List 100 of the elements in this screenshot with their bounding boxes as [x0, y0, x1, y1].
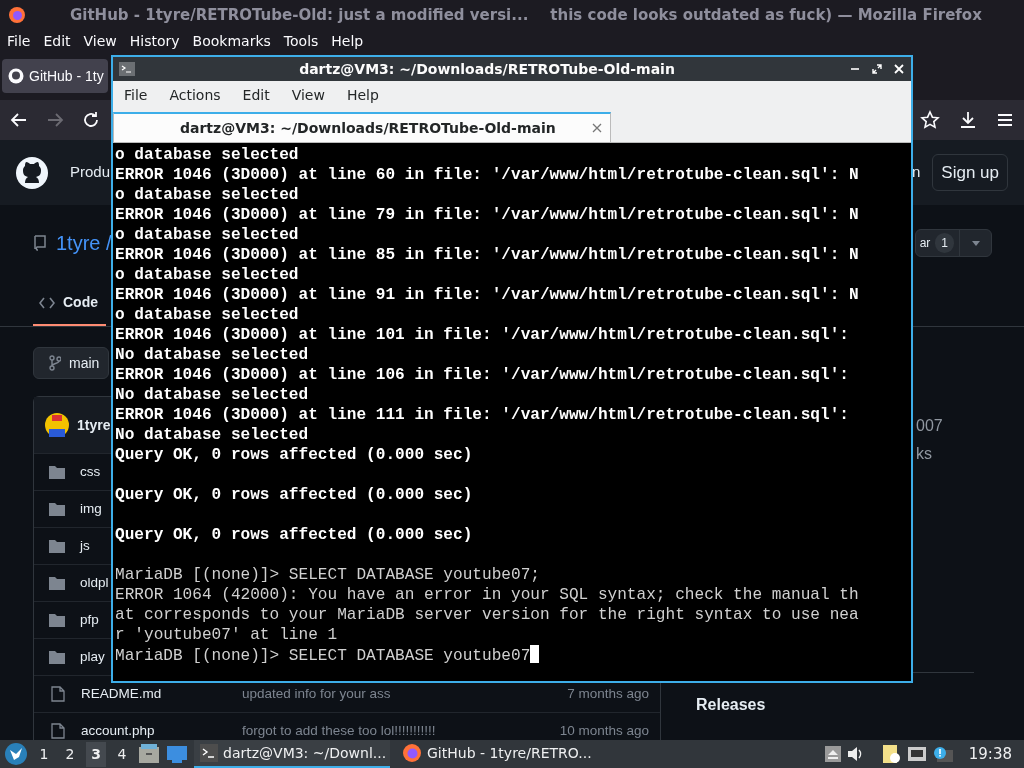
desktop-icon[interactable] [166, 745, 188, 763]
commit-time: 10 months ago [559, 721, 650, 740]
branch-button[interactable]: main [33, 347, 109, 379]
menu-item[interactable]: View [280, 85, 336, 106]
menu-item[interactable]: History [129, 30, 180, 52]
terminal-line: No database selected [115, 386, 309, 404]
terminal-line: ERROR 1046 (3D000) at line 60 in file: '/var/www/html/retrotube-clean.sql': N [115, 166, 859, 184]
folder-icon [49, 502, 65, 516]
volume-icon[interactable] [846, 746, 863, 762]
reload-icon[interactable] [82, 111, 100, 129]
file-name-link[interactable]: README.md [81, 685, 162, 701]
file-name-link[interactable]: css [80, 463, 101, 479]
maximize-icon[interactable] [871, 63, 883, 75]
repo-icon [33, 235, 47, 251]
workspace-button[interactable]: 2 [60, 741, 80, 767]
star-icon[interactable] [920, 110, 940, 130]
github-icon [8, 68, 24, 84]
file-name-link[interactable]: play [80, 648, 105, 664]
terminal-line: ERROR 1046 (3D000) at line 101 in file: '/var/www/html/retrotube-clean.sql': [115, 326, 849, 344]
file-cabinet-icon[interactable] [138, 744, 160, 764]
menu-item[interactable]: Bookmarks [192, 30, 271, 52]
menu-item[interactable]: Edit [43, 30, 71, 52]
github-logo-icon [16, 156, 48, 189]
terminal-line: ERROR 1046 (3D000) at line 106 in file: '/var/www/html/retrotube-clean.sql': [115, 366, 849, 384]
terminal-icon [119, 62, 135, 76]
file-icon [51, 723, 65, 739]
folder-icon [49, 650, 65, 664]
file-name-link[interactable]: js [80, 537, 90, 553]
back-icon[interactable] [10, 111, 28, 129]
folder-icon [49, 576, 65, 590]
file-name-link[interactable]: oldpl [80, 574, 109, 590]
folder-icon [49, 465, 65, 479]
terminal-line: No database selected [115, 346, 309, 364]
terminal-line: o database selected [115, 266, 299, 284]
terminal-line: r 'youtube07' at line 1 [115, 626, 338, 644]
terminal-tab[interactable]: dartz@VM3: ~/Downloads/RETROTube-Old-main [113, 112, 611, 142]
clock[interactable]: 19:38 [968, 742, 1012, 766]
folder-icon [49, 613, 65, 627]
avatar-icon [45, 413, 69, 437]
window-title: GitHub - 1tyre/RETROTube-Old: just a modified versi... [70, 4, 529, 26]
clipboard-icon[interactable] [880, 744, 901, 764]
start-menu-icon[interactable] [4, 742, 28, 766]
terminal-line: o database selected [115, 306, 299, 324]
about-text: ks [916, 444, 932, 464]
terminal-line: o database selected [115, 146, 299, 164]
terminal-line: ERROR 1046 (3D000) at line 91 in file: '/var/www/html/retrotube-clean.sql': N [115, 286, 859, 304]
terminal-line: Query OK, 0 rows affected (0.000 sec) [115, 446, 473, 464]
menu-item[interactable]: Help [335, 85, 390, 106]
releases-heading[interactable]: Releases [696, 696, 766, 713]
text-cursor [530, 645, 540, 663]
menu-icon[interactable] [996, 111, 1014, 129]
star-button[interactable]: ar [915, 234, 931, 252]
caret-icon [971, 240, 980, 246]
terminal-line: ERROR 1046 (3D000) at line 79 in file: '/var/www/html/retrotube-clean.sql': N [115, 206, 859, 224]
about-text: 007 [916, 416, 943, 436]
firefox-icon [402, 743, 422, 763]
file-name-link[interactable]: account.php [81, 722, 155, 738]
terminal-line: MariaDB [(none)]> SELECT DATABASE youtube07; [115, 566, 540, 584]
terminal-line: No database selected [115, 426, 309, 444]
workspace-button[interactable]: 1 [34, 741, 54, 767]
menu-item[interactable]: Tools [283, 30, 319, 52]
firefox-icon [8, 6, 26, 24]
file-name-link[interactable]: pfp [80, 611, 99, 627]
repo-owner-link[interactable]: 1tyre / [56, 228, 112, 258]
terminal-line: ERROR 1064 (42000): You have an error in your SQL syntax; check the manual th [115, 586, 859, 604]
nav-link[interactable]: Produ [70, 161, 111, 184]
taskbar-button[interactable]: dartz@VM3: ~/Downl... [194, 740, 390, 768]
folder-icon [49, 539, 65, 553]
file-name-link[interactable]: img [80, 500, 102, 516]
menu-item[interactable]: View [83, 30, 117, 52]
browser-tab[interactable]: GitHub - 1ty [2, 59, 108, 93]
menu-item[interactable]: File [7, 30, 31, 52]
terminal-line: ERROR 1046 (3D000) at line 85 in file: '/var/www/html/retrotube-clean.sql': N [115, 246, 859, 264]
menu-item[interactable]: Actions [158, 85, 232, 106]
file-icon [51, 686, 65, 702]
eject-icon[interactable] [824, 746, 841, 762]
notification-icon[interactable] [932, 746, 953, 762]
download-icon[interactable] [958, 110, 978, 130]
workspace-button[interactable]: 3 [86, 741, 106, 767]
terminal-line: Query OK, 0 rows affected (0.000 sec) [115, 526, 473, 544]
menu-item[interactable]: Help [331, 30, 364, 52]
workspace-button[interactable]: 4 [112, 741, 132, 767]
menu-item[interactable]: Edit [231, 85, 281, 106]
window-title: this code looks outdated as fuck) — Mozilla Firefox [550, 4, 982, 26]
code-tab[interactable]: Code [33, 281, 106, 326]
terminal-line: at corresponds to your MariaDB server version for the right syntax to use nea [115, 606, 859, 624]
branch-icon [49, 355, 61, 371]
sign-in-link[interactable]: n [912, 161, 921, 184]
taskbar-button[interactable]: GitHub - 1tyre/RETRO... [396, 740, 592, 768]
code-icon [39, 296, 55, 309]
terminal-line: Query OK, 0 rows affected (0.000 sec) [115, 486, 473, 504]
network-icon[interactable] [906, 746, 927, 762]
commit-author[interactable]: 1tyre [77, 414, 111, 436]
menu-item[interactable]: File [113, 85, 159, 106]
window-title: dartz@VM3: ~/Downloads/RETROTube-Old-main [298, 59, 676, 79]
terminal-line: o database selected [115, 186, 299, 204]
commit-message-link[interactable]: forgot to add these too lol!!!!!!!!!!! [242, 720, 560, 740]
commit-message-link[interactable]: updated info for your ass [242, 683, 568, 705]
terminal-line: ERROR 1046 (3D000) at line 111 in file: '/var/www/html/retrotube-clean.sql': [115, 406, 849, 424]
sign-up-button[interactable]: Sign up [932, 153, 1008, 192]
